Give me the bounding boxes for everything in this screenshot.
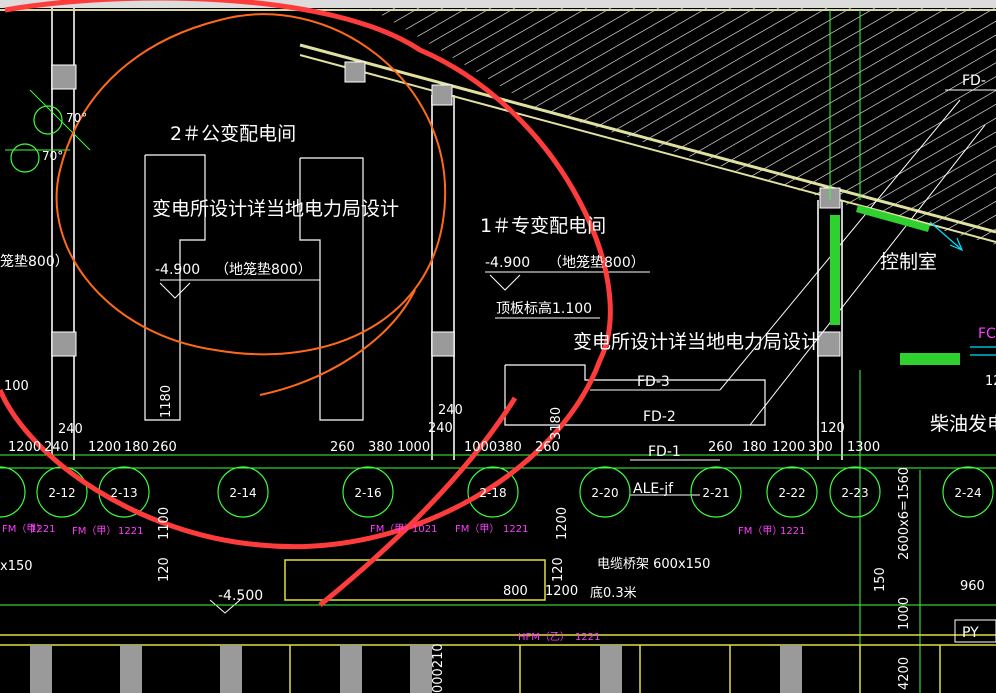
dim-text-vertical: 1200 — [555, 507, 570, 540]
dim-text: 240 — [58, 422, 83, 437]
dim-text-vertical: 4200 — [897, 657, 912, 690]
dim-text: 380 — [497, 440, 522, 455]
dim-text: 1000 — [464, 440, 497, 455]
axis-2-21: 2-21 — [702, 486, 729, 500]
note-right: 变电所设计详当地电力局设计 — [573, 331, 820, 353]
angle-label: 70° — [66, 111, 87, 125]
door-label: FM（甲） — [738, 525, 782, 537]
roof-level: 顶板标高1.100 — [496, 300, 592, 317]
angle-label: 70° — [42, 149, 63, 163]
edge-pad: 笼垫800） — [0, 253, 69, 270]
dim-text: 12 — [985, 374, 996, 389]
private-substation-label: 1＃专变配电间 — [480, 215, 606, 237]
axis-2-23: 2-23 — [841, 486, 868, 500]
dim-text: 120 — [820, 421, 845, 436]
dim-text-vertical: 120 — [551, 557, 566, 582]
dim-text-vertical: 120 — [157, 557, 172, 582]
corridor-walls — [0, 559, 996, 693]
bottom-columns — [30, 645, 802, 693]
cad-drawing-canvas[interactable]: 2＃公变配电间 1＃专变配电间 控制室 柴油发电机 变电所设计详当地电力局设计 … — [0, 0, 996, 693]
dim-text-vertical: 000210 — [431, 643, 446, 693]
cable-height-label: 底0.3米 — [590, 585, 637, 601]
dim-text: 260 — [152, 440, 177, 455]
right-pad: （地笼垫800） — [548, 254, 645, 271]
dim-text-vertical: 1000 — [897, 597, 912, 630]
dim-text: x150 — [0, 559, 33, 574]
dim-text: 1000 — [397, 440, 430, 455]
left-pad: （地笼垫800） — [215, 261, 312, 278]
dim-text-vertical: 2600x6=1560 — [897, 467, 912, 560]
dim-text: 960 — [960, 579, 985, 594]
fc-label: FC — [978, 326, 996, 342]
dim-text: 260 — [708, 440, 733, 455]
dim-text: 240 — [428, 421, 453, 436]
fd1-label: FD-1 — [648, 444, 681, 460]
dim-text-vertical: 1100 — [157, 507, 172, 540]
dim-text: 100 — [4, 379, 29, 394]
axis-2-14: 2-14 — [229, 486, 256, 500]
right-level: -4.900 — [485, 255, 530, 271]
door-label: FM（甲） — [370, 523, 414, 535]
door-labels: FM（甲） 1221 FM（甲） 1221 FM（甲） 1021 FM（甲） 1… — [2, 523, 805, 643]
axis-labels: 2-12 2-13 2-14 2-16 2-18 2-20 2-21 2-22 … — [48, 486, 981, 500]
control-room-label: 控制室 — [880, 251, 937, 273]
hatched-slab-area — [370, 8, 996, 245]
door-label: 1021 — [412, 524, 437, 535]
dim-text: 1200 — [772, 440, 805, 455]
door-label: FM（甲） — [455, 523, 499, 535]
dim-text-vertical: 3180 — [549, 407, 564, 440]
door-label: 1221 — [30, 524, 55, 535]
ale-label: ALE-jf — [633, 481, 674, 497]
dim-text: 300 — [808, 440, 833, 455]
dim-text: 240 — [44, 440, 69, 455]
fd-top-label: FD- — [962, 73, 986, 89]
stair-label: PY — [962, 625, 979, 641]
axis-2-22: 2-22 — [778, 486, 805, 500]
dim-text: 1300 — [847, 440, 880, 455]
axis-2-12: 2-12 — [48, 486, 75, 500]
fd3-label: FD-3 — [637, 374, 670, 390]
dim-text: 260 — [535, 440, 560, 455]
door-label: 1221 — [118, 526, 143, 537]
dim-text-vertical: 1180 — [159, 385, 174, 418]
note-left: 变电所设计详当地电力局设计 — [152, 198, 399, 220]
dim-text: 180 — [742, 440, 767, 455]
door-label: HFM（乙） — [518, 631, 570, 643]
diesel-room-label: 柴油发电机 — [930, 413, 996, 435]
door-label: 1221 — [503, 524, 528, 535]
cable-labels: 电缆桥架 600x150 底0.3米 — [590, 556, 710, 601]
public-substation-label: 2＃公变配电间 — [170, 123, 296, 145]
axis-2-16: 2-16 — [354, 486, 381, 500]
cable-tray-label: 电缆桥架 600x150 — [597, 556, 710, 572]
dim-text: 1200 — [88, 440, 121, 455]
dim-text: 1200 — [8, 440, 41, 455]
door-label: 1221 — [575, 632, 600, 643]
axis-2-13: 2-13 — [110, 486, 137, 500]
dim-text: 380 — [368, 440, 393, 455]
fd2-label: FD-2 — [643, 409, 676, 425]
corridor-level: -4.500 — [218, 588, 263, 604]
window-top-bar — [0, 0, 996, 8]
axis-2-24: 2-24 — [954, 486, 981, 500]
axis-2-20: 2-20 — [591, 486, 618, 500]
left-level: -4.900 — [155, 262, 200, 278]
axis-2-18: 2-18 — [479, 486, 506, 500]
dim-text: 260 — [330, 440, 355, 455]
dim-text: 180 — [124, 440, 149, 455]
dim-text-vertical: 150 — [873, 567, 888, 592]
dim-text: 1200 — [545, 584, 578, 599]
door-label: FM（甲） — [72, 525, 116, 537]
dim-text: 240 — [438, 403, 463, 418]
dim-text: 800 — [503, 584, 528, 599]
door-label: 1221 — [780, 526, 805, 537]
